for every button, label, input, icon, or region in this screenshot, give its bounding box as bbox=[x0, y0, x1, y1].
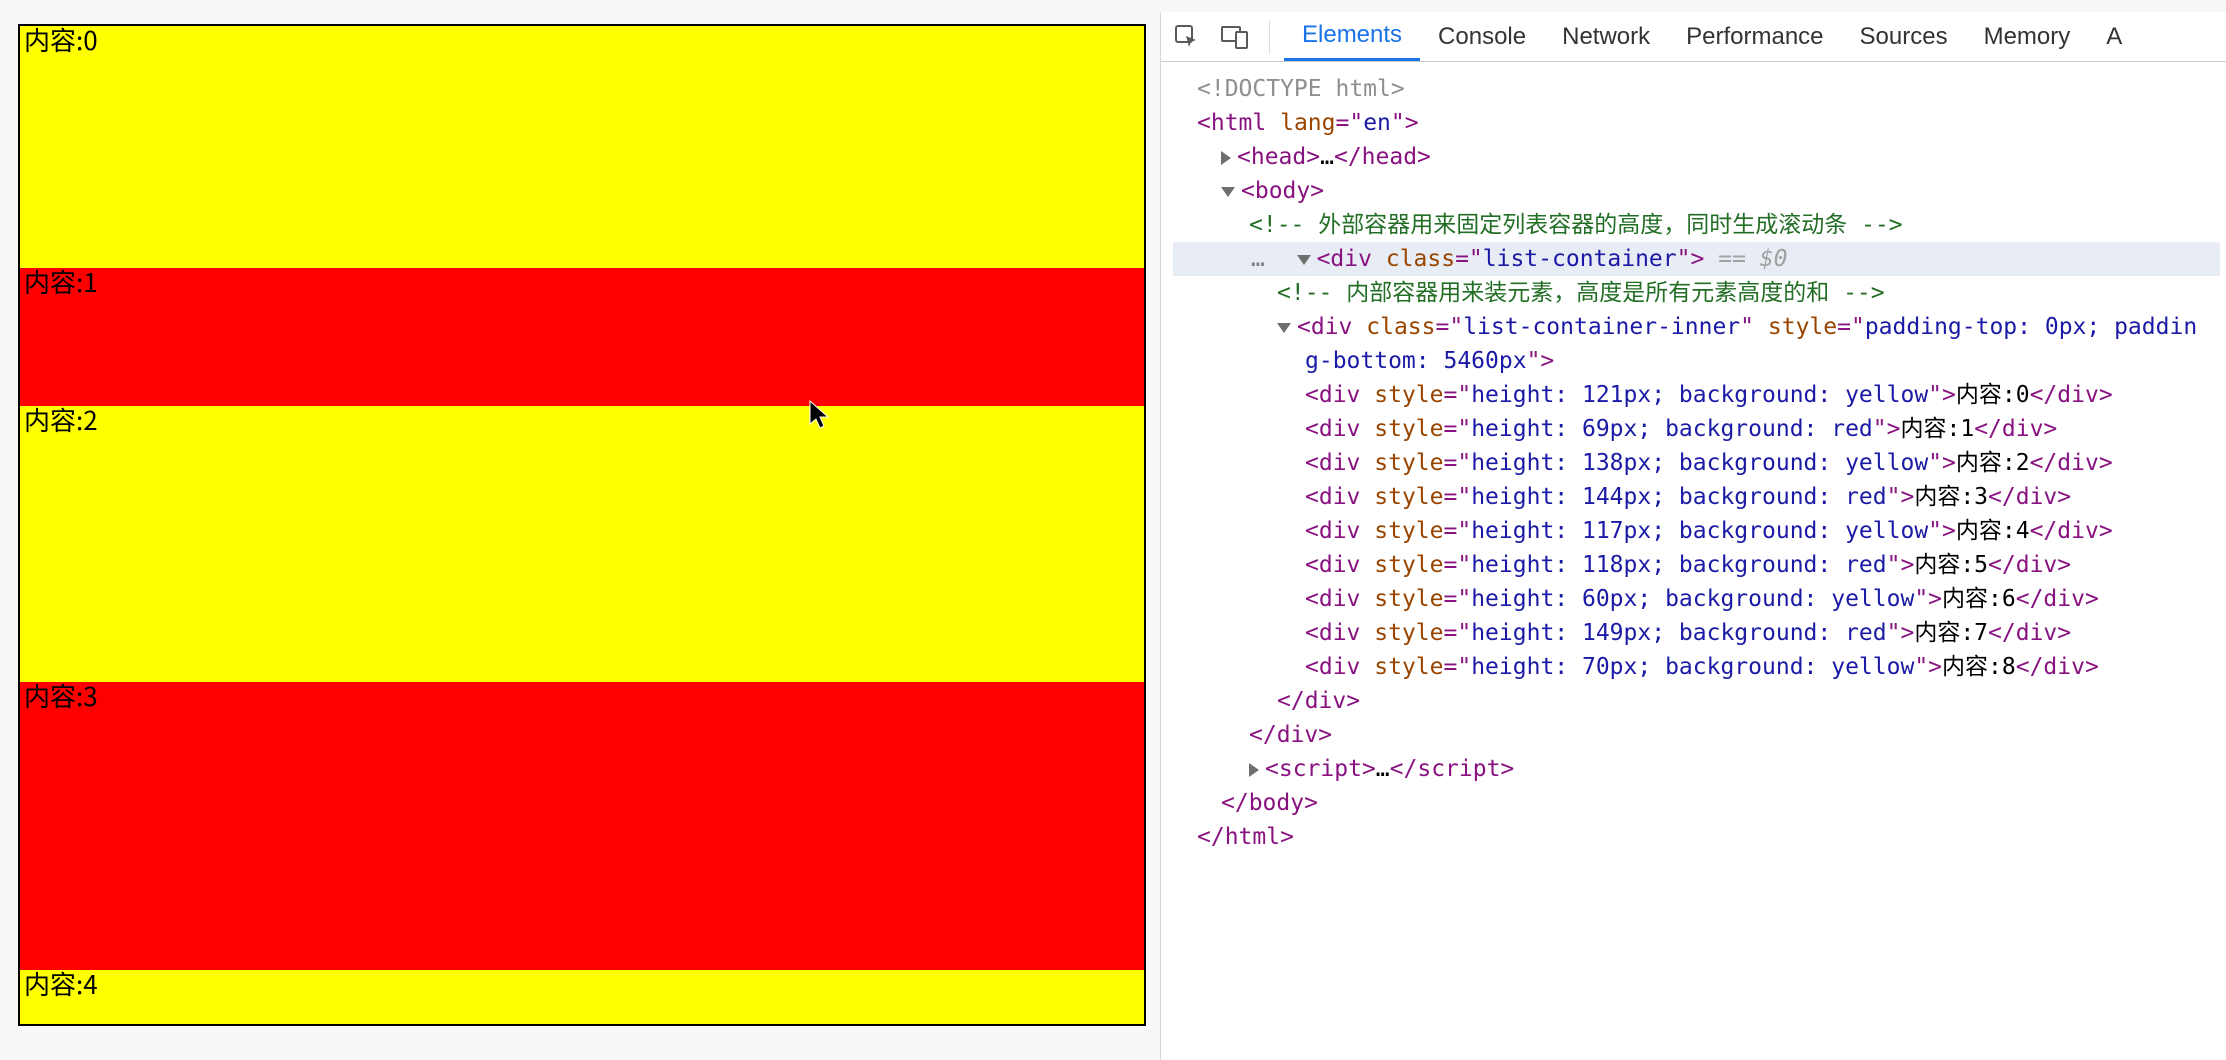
devtools-tabs: ElementsConsoleNetworkPerformanceSources… bbox=[1284, 12, 2140, 61]
dom-node[interactable]: <!-- 内部容器用来装元素，高度是所有元素高度的和 --> bbox=[1173, 276, 2220, 310]
devtools-tab-network[interactable]: Network bbox=[1544, 12, 1668, 61]
list-item: 内容:0 bbox=[20, 26, 1144, 268]
dom-node[interactable]: <div style="height: 138px; background: y… bbox=[1173, 446, 2220, 480]
dom-node[interactable]: <head>…</head> bbox=[1173, 140, 2220, 174]
dom-node[interactable]: <div style="height: 144px; background: r… bbox=[1173, 480, 2220, 514]
devtools-toolbar: ElementsConsoleNetworkPerformanceSources… bbox=[1161, 12, 2226, 62]
devtools-panel: ElementsConsoleNetworkPerformanceSources… bbox=[1160, 12, 2226, 1060]
devtools-tab-memory[interactable]: Memory bbox=[1966, 12, 2089, 61]
elements-dom-tree[interactable]: <!DOCTYPE html><html lang="en"><head>…</… bbox=[1161, 62, 2226, 1060]
device-toggle-icon[interactable] bbox=[1215, 17, 1255, 57]
dom-node[interactable]: </div> bbox=[1173, 718, 2220, 752]
dom-node[interactable]: <script>…</script> bbox=[1173, 752, 2220, 786]
dom-node[interactable]: <!-- 外部容器用来固定列表容器的高度，同时生成滚动条 --> bbox=[1173, 208, 2220, 242]
devtools-tab-console[interactable]: Console bbox=[1420, 12, 1544, 61]
dom-node[interactable]: </body> bbox=[1173, 786, 2220, 820]
dom-node[interactable]: <div style="height: 117px; background: y… bbox=[1173, 514, 2220, 548]
dom-node[interactable]: <div style="height: 70px; background: ye… bbox=[1173, 650, 2220, 684]
list-item: 内容:4 bbox=[20, 970, 1144, 1026]
rendered-page-preview: 内容:0内容:1内容:2内容:3内容:4 bbox=[0, 12, 1160, 1060]
dom-node[interactable]: <body> bbox=[1173, 174, 2220, 208]
dom-node[interactable]: <div style="height: 69px; background: re… bbox=[1173, 412, 2220, 446]
inspect-element-icon[interactable] bbox=[1167, 17, 1207, 57]
list-item: 内容:3 bbox=[20, 682, 1144, 970]
dom-node[interactable]: </html> bbox=[1173, 820, 2220, 854]
dom-node[interactable]: <div style="height: 118px; background: r… bbox=[1173, 548, 2220, 582]
list-item: 内容:1 bbox=[20, 268, 1144, 406]
devtools-tab-sources[interactable]: Sources bbox=[1842, 12, 1966, 61]
dom-node[interactable]: <div class="list-container-inner" style=… bbox=[1173, 310, 2220, 378]
dom-node[interactable]: <div style="height: 149px; background: r… bbox=[1173, 616, 2220, 650]
dom-node[interactable]: </div> bbox=[1173, 684, 2220, 718]
devtools-tab-performance[interactable]: Performance bbox=[1668, 12, 1841, 61]
dom-node[interactable]: <!DOCTYPE html> bbox=[1173, 72, 2220, 106]
devtools-tab-a[interactable]: A bbox=[2088, 12, 2140, 61]
list-item: 内容:2 bbox=[20, 406, 1144, 682]
dom-node[interactable]: <div style="height: 121px; background: y… bbox=[1173, 378, 2220, 412]
dom-node-selected[interactable]: … <div class="list-container"> == $0 bbox=[1173, 242, 2220, 276]
dom-node[interactable]: <div style="height: 60px; background: ye… bbox=[1173, 582, 2220, 616]
dom-node[interactable]: <html lang="en"> bbox=[1173, 106, 2220, 140]
list-container[interactable]: 内容:0内容:1内容:2内容:3内容:4 bbox=[18, 24, 1146, 1026]
devtools-tab-elements[interactable]: Elements bbox=[1284, 12, 1420, 61]
